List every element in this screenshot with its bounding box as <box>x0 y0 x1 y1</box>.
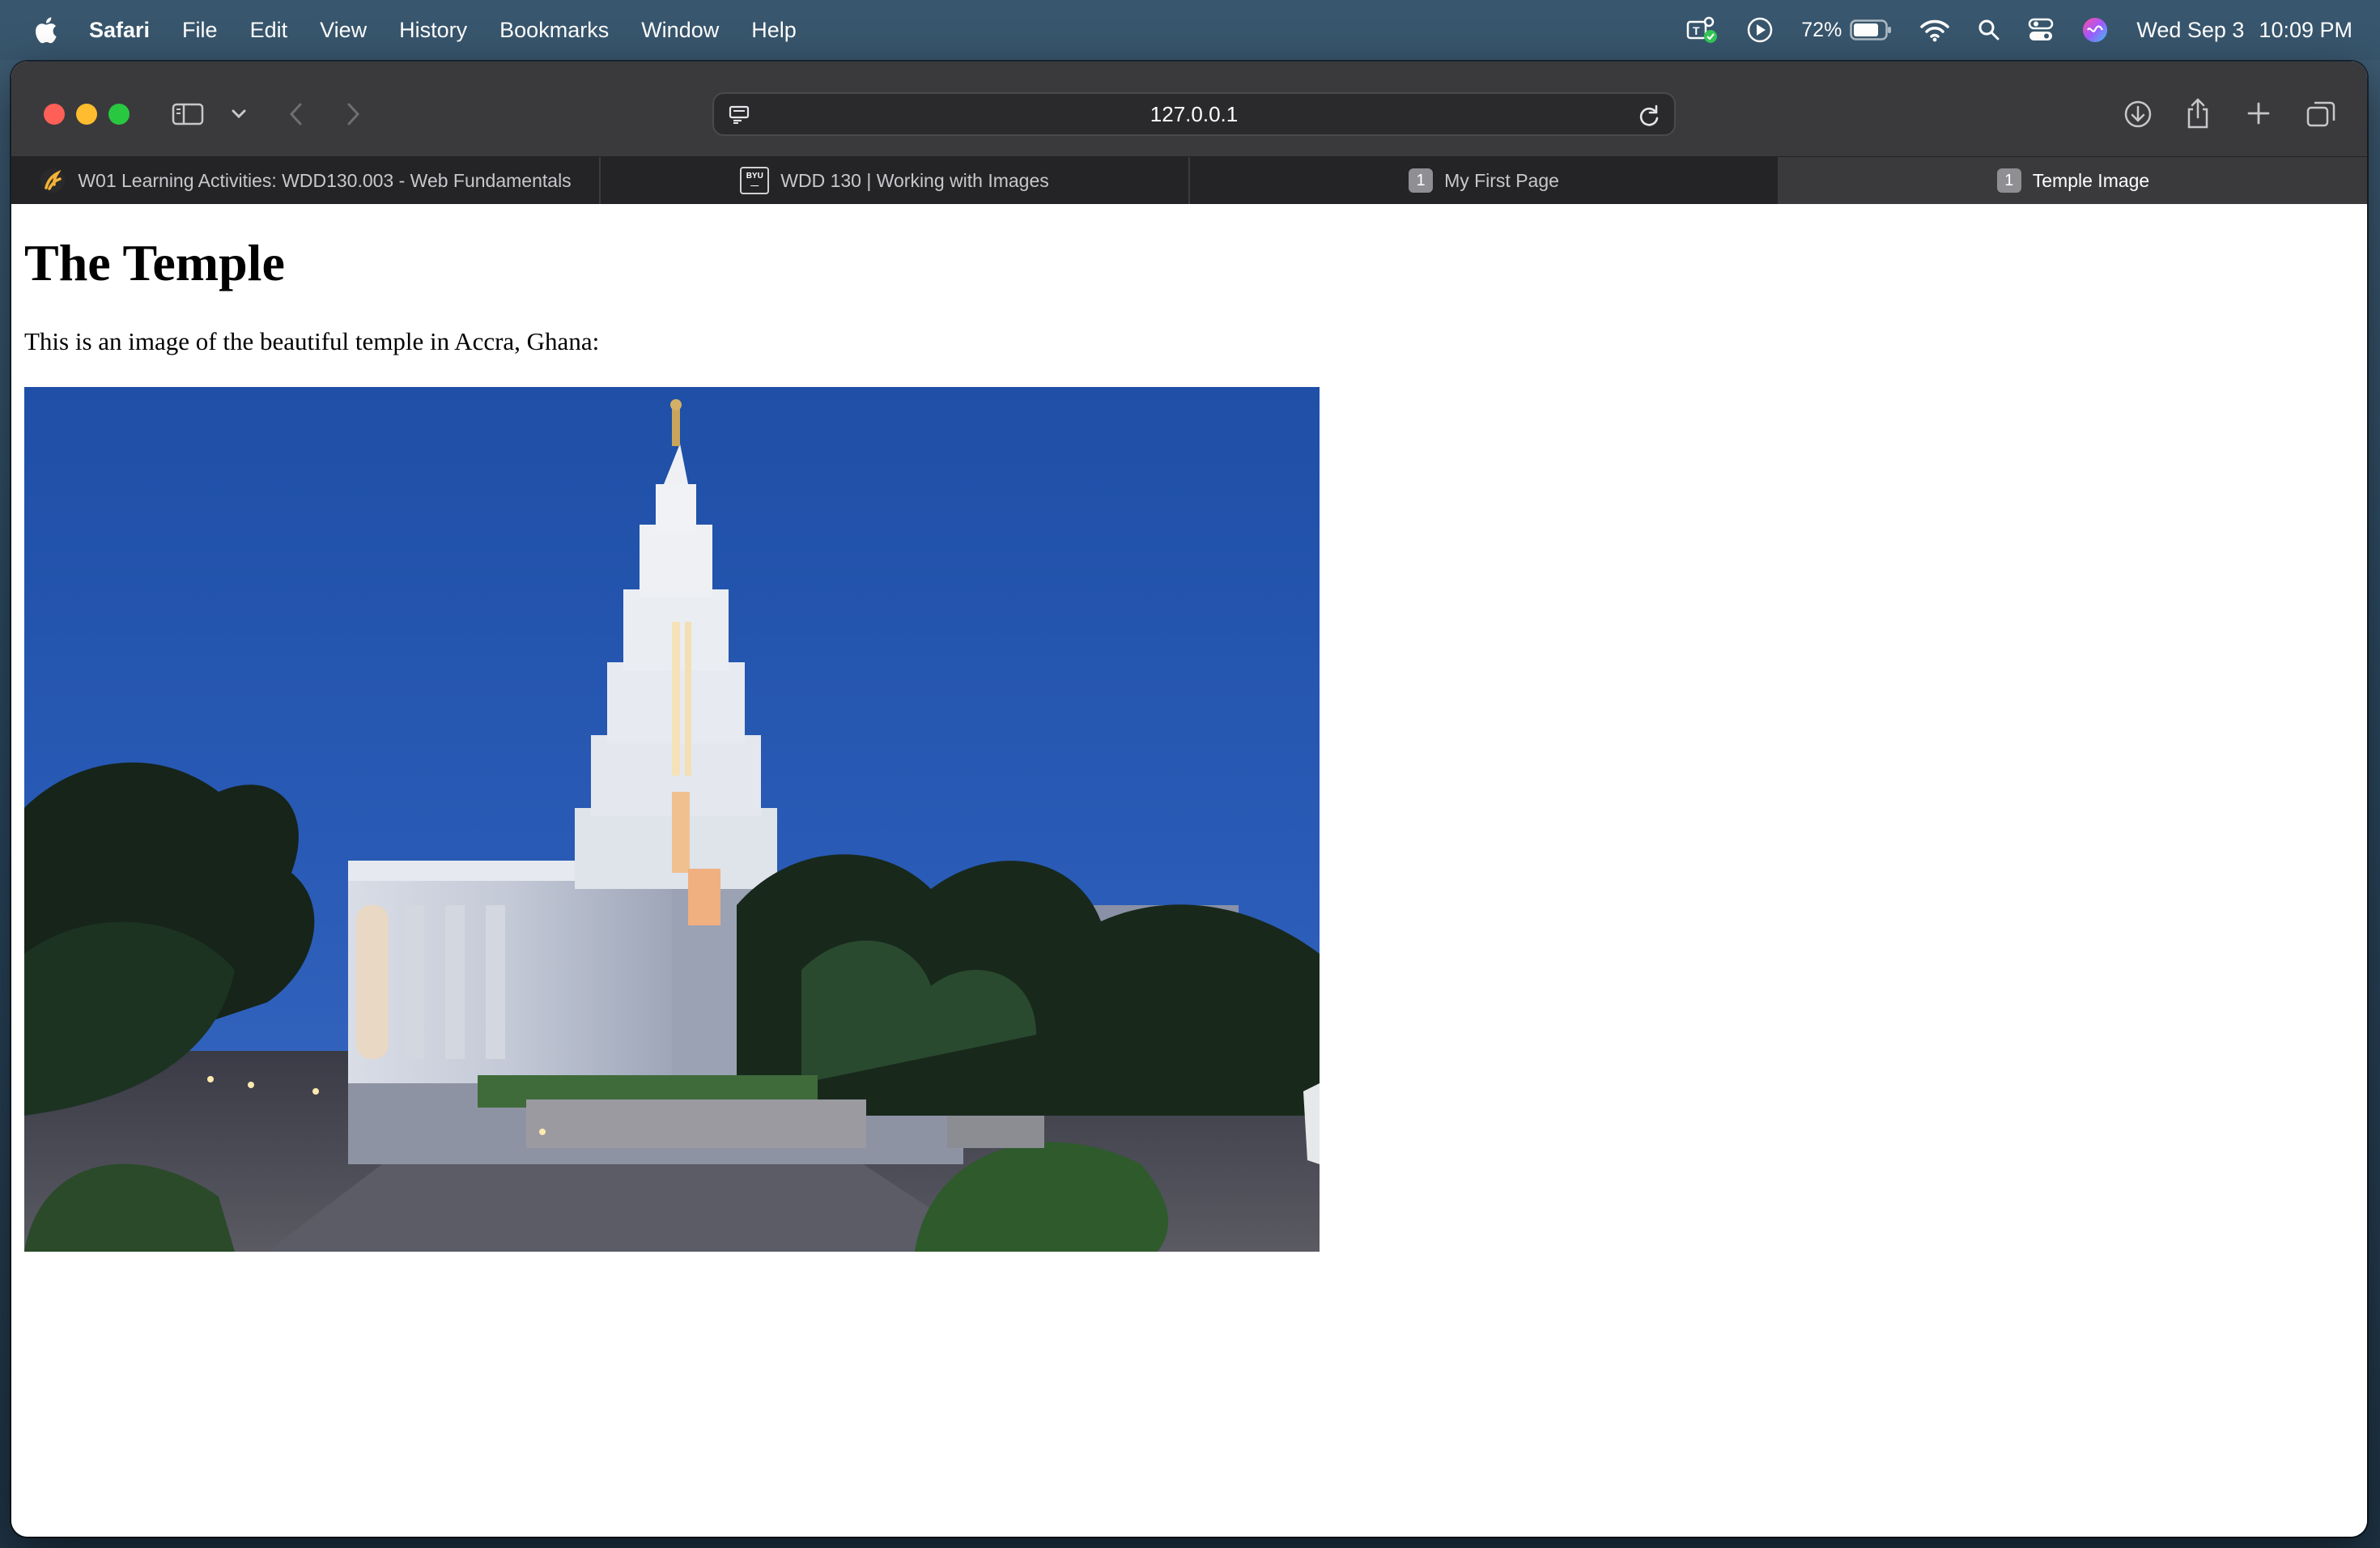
url-text: 127.0.0.1 <box>1150 102 1239 126</box>
byu-logo-icon: BYU — <box>740 167 770 194</box>
web-page-content: The Temple This is an image of the beaut… <box>11 204 2367 1537</box>
tab-overview-icon[interactable] <box>2306 99 2336 128</box>
menubar-date[interactable]: Wed Sep 3 <box>2136 18 2244 43</box>
page-paragraph: This is an image of the beautiful temple… <box>24 327 600 355</box>
menu-view[interactable]: View <box>320 18 367 43</box>
svg-text:T: T <box>1693 24 1700 37</box>
wifi-icon[interactable] <box>1919 18 1950 42</box>
menu-window[interactable]: Window <box>641 18 719 43</box>
forward-button[interactable] <box>342 100 366 128</box>
tab-title: WDD 130 | Working with Images <box>780 169 1049 191</box>
number-badge-icon: 1 <box>1996 168 2021 193</box>
tab-title: W01 Learning Activities: WDD130.003 - We… <box>78 169 572 191</box>
tab-title: Temple Image <box>2032 169 2150 191</box>
close-window-button[interactable] <box>44 104 65 125</box>
new-tab-icon[interactable] <box>2246 100 2272 126</box>
canvas-logo-icon <box>39 167 66 194</box>
reload-icon[interactable] <box>1637 104 1661 128</box>
menubar-time[interactable]: 10:09 PM <box>2259 18 2352 43</box>
address-bar[interactable]: 127.0.0.1 <box>712 92 1676 136</box>
back-button[interactable] <box>283 100 308 128</box>
page-heading: The Temple <box>24 234 285 291</box>
zoom-window-button[interactable] <box>108 104 130 125</box>
menu-safari[interactable]: Safari <box>89 18 150 43</box>
menu-history[interactable]: History <box>399 18 467 43</box>
tab-title: My First Page <box>1444 169 1559 191</box>
browser-toolbar: 127.0.0.1 <box>11 62 2367 157</box>
tab-temple-image[interactable]: 1 Temple Image <box>1779 157 2367 204</box>
battery-icon[interactable] <box>1850 19 1892 40</box>
sidebar-toggle-icon[interactable] <box>170 102 206 126</box>
downloads-icon[interactable] <box>2123 99 2153 130</box>
tab-my-first-page[interactable]: 1 My First Page <box>1190 157 1779 204</box>
play-circle-icon[interactable] <box>1746 16 1774 44</box>
control-center-icon[interactable] <box>2028 18 2054 42</box>
teams-status-icon[interactable]: T <box>1686 15 1719 45</box>
spotlight-search-icon[interactable] <box>1978 19 2000 41</box>
menu-bookmarks[interactable]: Bookmarks <box>499 18 609 43</box>
battery-percent: 72% <box>1801 18 1842 41</box>
share-icon[interactable] <box>2184 97 2212 130</box>
chevron-down-icon[interactable] <box>230 105 248 123</box>
minimize-window-button[interactable] <box>76 104 97 125</box>
tab-w01-learning[interactable]: W01 Learning Activities: WDD130.003 - We… <box>11 157 601 204</box>
menu-edit[interactable]: Edit <box>250 18 288 43</box>
menu-bar: Safari File Edit View History Bookmarks … <box>0 0 2380 60</box>
tab-bar: W01 Learning Activities: WDD130.003 - We… <box>11 157 2367 204</box>
tab-working-with-images[interactable]: BYU — WDD 130 | Working with Images <box>601 157 1190 204</box>
number-badge-icon: 1 <box>1409 168 1434 193</box>
siri-icon[interactable] <box>2081 16 2109 44</box>
menu-help[interactable]: Help <box>751 18 797 43</box>
menu-file[interactable]: File <box>182 18 218 43</box>
tab-badge: 1 <box>1409 168 1434 193</box>
temple-photo <box>24 387 1320 1252</box>
tab-badge: 1 <box>1996 168 2021 193</box>
safari-window: 127.0.0.1 W01 Learning Activities: WDD13… <box>11 62 2367 1537</box>
apple-menu-icon[interactable] <box>32 15 58 45</box>
